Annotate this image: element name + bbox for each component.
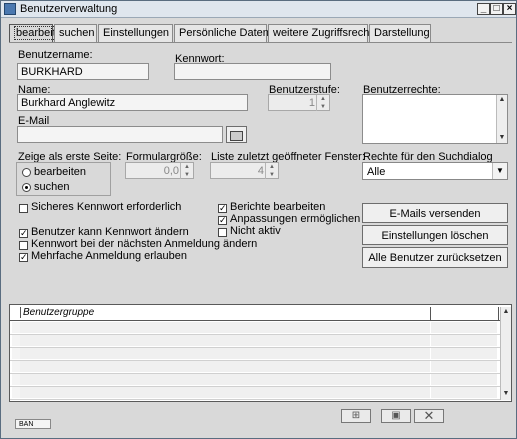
user-group-table[interactable]: Benutzergruppe ▲ ▼ bbox=[9, 304, 512, 402]
scroll-down-icon[interactable]: ▼ bbox=[502, 390, 510, 398]
mail-icon bbox=[230, 131, 243, 141]
app-icon bbox=[4, 3, 16, 15]
tab-bearbeiten[interactable]: bearbeiten bbox=[9, 24, 70, 43]
user-can-change-checkbox[interactable]: ✓ bbox=[19, 229, 28, 238]
user-can-change-label: Benutzer kann Kennwort ändern bbox=[31, 226, 189, 238]
user-level-stepper[interactable]: 1 ▲ ▼ bbox=[268, 94, 330, 111]
status-code: BAN bbox=[15, 419, 51, 429]
table-header: Benutzergruppe bbox=[10, 307, 511, 321]
minimize-button[interactable]: _ bbox=[477, 3, 490, 15]
scroll-down-icon[interactable]: ▼ bbox=[498, 134, 506, 142]
column-divider bbox=[430, 307, 431, 320]
inactive-checkbox[interactable] bbox=[218, 228, 227, 237]
table-row[interactable] bbox=[10, 348, 511, 361]
recent-list-value: 4 bbox=[257, 165, 264, 177]
multi-login-checkbox[interactable]: ✓ bbox=[19, 253, 28, 262]
rights-scrollbar[interactable]: ▲ ▼ bbox=[496, 95, 507, 143]
table-row[interactable] bbox=[10, 335, 511, 348]
radio-suchen-label: suchen bbox=[34, 181, 70, 193]
recent-list-stepper[interactable]: 4 ▲ ▼ bbox=[210, 162, 279, 179]
send-emails-button[interactable]: E-Mails versenden bbox=[362, 203, 508, 223]
scroll-up-icon[interactable]: ▲ bbox=[498, 96, 506, 104]
edit-reports-label: Berichte bearbeiten bbox=[230, 201, 326, 213]
email-field[interactable] bbox=[17, 126, 223, 143]
spin-up-icon[interactable]: ▲ bbox=[265, 163, 278, 171]
name-field[interactable]: Burkhard Anglewitz bbox=[17, 94, 248, 111]
search-rights-value: Alle bbox=[367, 166, 386, 178]
spin-down-icon[interactable]: ▼ bbox=[316, 103, 329, 111]
table-row[interactable] bbox=[10, 361, 511, 374]
spin-down-icon[interactable]: ▼ bbox=[265, 171, 278, 179]
row-selector-header bbox=[12, 307, 21, 318]
title-bar[interactable]: Benutzerverwaltung _ □ × bbox=[1, 1, 516, 18]
tab-persoenliche-daten[interactable]: Persönliche Daten bbox=[174, 24, 269, 42]
spin-up-icon[interactable]: ▲ bbox=[316, 95, 329, 103]
copy-record-icon[interactable]: ▣ bbox=[381, 409, 411, 423]
allow-custom-label: Anpassungen ermöglichen bbox=[230, 213, 361, 225]
delete-settings-button[interactable]: Einstellungen löschen bbox=[362, 225, 508, 245]
edit-reports-checkbox[interactable]: ✓ bbox=[218, 204, 227, 213]
secure-password-label: Sicheres Kennwort erforderlich bbox=[31, 201, 182, 213]
form-size-stepper[interactable]: 0,0 ▲ ▼ bbox=[125, 162, 194, 179]
tab-weitere-zugriffsrechte[interactable]: weitere Zugriffsrechte bbox=[268, 24, 379, 42]
tab-darstellung[interactable]: Darstellung bbox=[369, 24, 431, 42]
username-field[interactable]: BURKHARD bbox=[17, 63, 149, 80]
password-field[interactable] bbox=[174, 63, 331, 80]
radio-bearbeiten-label: bearbeiten bbox=[34, 166, 86, 178]
table-row[interactable] bbox=[10, 387, 511, 400]
delete-record-icon[interactable]: ✕ bbox=[414, 409, 444, 423]
inactive-label: Nicht aktiv bbox=[230, 225, 281, 237]
user-level-value: 1 bbox=[308, 97, 315, 109]
multi-login-label: Mehrfache Anmeldung erlauben bbox=[31, 250, 187, 262]
column-header-benutzergruppe[interactable]: Benutzergruppe bbox=[23, 307, 94, 318]
search-rights-select[interactable]: Alle ▼ bbox=[362, 162, 508, 180]
form-size-value: 0,0 bbox=[163, 165, 179, 177]
new-record-icon[interactable]: ⊞ bbox=[341, 409, 371, 423]
tab-suchen[interactable]: suchen bbox=[54, 24, 97, 42]
reset-all-users-button[interactable]: Alle Benutzer zurücksetzen bbox=[362, 247, 508, 268]
spin-down-icon[interactable]: ▼ bbox=[180, 171, 193, 179]
chevron-down-icon[interactable]: ▼ bbox=[492, 163, 507, 179]
window-title: Benutzerverwaltung bbox=[20, 3, 118, 15]
table-row[interactable] bbox=[10, 374, 511, 387]
allow-custom-checkbox[interactable]: ✓ bbox=[218, 216, 227, 225]
maximize-button[interactable]: □ bbox=[490, 3, 503, 15]
column-divider bbox=[498, 307, 499, 320]
username-label: Benutzername: bbox=[18, 49, 93, 61]
table-scrollbar[interactable]: ▲ ▼ bbox=[500, 307, 511, 400]
scroll-up-icon[interactable]: ▲ bbox=[502, 308, 510, 316]
spin-up-icon[interactable]: ▲ bbox=[180, 163, 193, 171]
table-row[interactable] bbox=[10, 322, 511, 335]
tab-einstellungen[interactable]: Einstellungen bbox=[98, 24, 173, 42]
change-next-login-checkbox[interactable] bbox=[19, 241, 28, 250]
radio-bearbeiten[interactable] bbox=[22, 168, 31, 177]
radio-suchen[interactable] bbox=[22, 183, 31, 192]
user-rights-list[interactable]: ▲ ▼ bbox=[362, 94, 508, 144]
email-send-button[interactable] bbox=[226, 126, 247, 143]
secure-password-checkbox[interactable] bbox=[19, 204, 28, 213]
change-next-login-label: Kennwort bei der nächsten Anmeldung ände… bbox=[31, 238, 258, 250]
window: Benutzerverwaltung _ □ × bearbeiten such… bbox=[0, 0, 517, 439]
close-button[interactable]: × bbox=[503, 3, 516, 15]
